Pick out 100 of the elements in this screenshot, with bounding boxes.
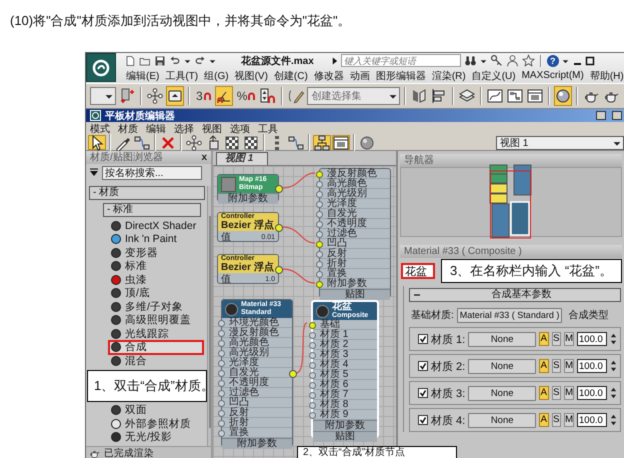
port-socket[interactable] xyxy=(316,210,323,218)
port-socket[interactable] xyxy=(218,350,225,356)
port-socket[interactable] xyxy=(309,362,316,368)
node-footer-button[interactable]: 附加参数 xyxy=(222,438,292,449)
menu-item[interactable]: 编辑(E) xyxy=(126,68,160,82)
mode-toggle[interactable]: S xyxy=(552,386,562,400)
menu-item[interactable]: 图形编辑器 xyxy=(376,68,426,82)
material-node[interactable]: 漫反射颜色 高光颜色 高光级别 光泽度 自发光 不透明度 过滤色 凹凸 反射 折射 置换 附加参数 贴图 xyxy=(319,168,391,298)
base-material-button[interactable]: Material #33 ( Standard ) xyxy=(456,308,562,322)
category-header[interactable]: - 材质 xyxy=(89,186,205,200)
map-button[interactable]: None xyxy=(468,412,536,428)
linked-boxes-icon[interactable] xyxy=(118,86,136,106)
minimize-button[interactable] xyxy=(596,111,606,120)
spinner-arrows-icon[interactable] xyxy=(610,332,617,346)
menu-item[interactable]: 组(G) xyxy=(204,68,229,82)
move-gizmo-icon[interactable] xyxy=(146,86,164,106)
mode-toggle[interactable]: M xyxy=(564,332,574,346)
tree-layout-icon[interactable] xyxy=(313,135,331,150)
view-dropdown[interactable]: 视图 1 xyxy=(496,136,624,150)
menu-item[interactable]: 选择 xyxy=(174,122,194,136)
redo-icon[interactable] xyxy=(194,54,206,66)
port-socket[interactable] xyxy=(309,352,316,358)
right-triangle-icon[interactable] xyxy=(330,56,338,66)
mode-toggle[interactable]: S xyxy=(552,359,562,373)
mode-toggle[interactable]: M xyxy=(564,413,574,427)
rollout-header[interactable]: 合成基本参数 xyxy=(409,288,621,302)
up-arrow-box-icon[interactable] xyxy=(166,86,184,106)
port-socket[interactable] xyxy=(218,410,225,416)
checkbox[interactable] xyxy=(418,334,428,344)
eyedropper-icon[interactable] xyxy=(114,135,132,150)
amount-field[interactable]: 100.0 xyxy=(577,332,607,346)
material-list-item[interactable]: 变形器 xyxy=(109,246,203,260)
menu-item[interactable]: 工具(T) xyxy=(165,68,198,82)
window-icon[interactable] xyxy=(332,135,350,150)
spinner-arrows-icon[interactable] xyxy=(610,359,617,373)
menu-item[interactable]: 视图(V) xyxy=(234,68,268,82)
mode-toggle[interactable]: S xyxy=(552,332,562,346)
mode-toggle[interactable]: A xyxy=(539,359,549,373)
search-field[interactable]: 键入关键字或短语 xyxy=(340,54,461,67)
maximize-icon[interactable] xyxy=(584,54,595,66)
mode-toggle[interactable]: S xyxy=(552,413,562,427)
material-list-item[interactable]: 双面 xyxy=(109,404,203,417)
maximize-button[interactable] xyxy=(612,111,622,120)
port-socket[interactable] xyxy=(309,382,316,388)
checker-icon[interactable] xyxy=(242,135,260,150)
node-footer-button[interactable]: 附加参数 xyxy=(313,420,377,431)
material-list-item[interactable]: 高级照明覆盖 xyxy=(109,314,203,327)
port-socket[interactable] xyxy=(218,420,225,426)
port-socket[interactable] xyxy=(309,412,316,418)
port-socket[interactable] xyxy=(309,322,316,328)
map-button[interactable]: None xyxy=(468,386,536,400)
filter-triangle-icon[interactable] xyxy=(89,168,99,178)
port-socket[interactable] xyxy=(218,390,225,396)
mode-toggle[interactable]: A xyxy=(539,386,549,400)
port-socket[interactable] xyxy=(218,330,225,336)
new-document-icon[interactable] xyxy=(124,54,136,66)
port-socket[interactable] xyxy=(316,180,323,188)
material-list-item[interactable]: 虫漆 xyxy=(109,273,203,286)
person-icon[interactable] xyxy=(506,54,519,67)
node-footer-button[interactable]: 贴图 xyxy=(313,431,377,442)
node-footer-button[interactable]: 贴图 xyxy=(320,289,390,300)
port-socket[interactable] xyxy=(218,400,225,406)
material-list-item[interactable]: 无光/投影 xyxy=(109,430,203,444)
material-list-item[interactable]: DirectX Shader xyxy=(109,219,203,232)
checkbox[interactable] xyxy=(418,415,428,425)
port-socket[interactable] xyxy=(218,430,225,436)
menu-item[interactable]: 视图 xyxy=(202,122,222,136)
menu-item[interactable]: 模式 xyxy=(90,122,110,136)
material-list-item[interactable]: 混合 xyxy=(109,354,203,368)
menu-item[interactable]: 工具 xyxy=(258,122,278,136)
port-socket[interactable] xyxy=(316,260,323,268)
port-socket[interactable] xyxy=(218,320,225,326)
amount-field[interactable]: 100.0 xyxy=(577,386,607,400)
connected-boxes-icon[interactable] xyxy=(133,135,151,150)
mode-toggle[interactable]: M xyxy=(564,386,574,400)
connected-boxes-icon[interactable] xyxy=(287,135,305,150)
name-field[interactable]: 花盆 xyxy=(401,263,435,279)
port-socket[interactable] xyxy=(309,402,316,408)
port-socket[interactable] xyxy=(316,280,323,288)
menu-item[interactable]: 自定义(U) xyxy=(472,68,516,82)
menu-item[interactable]: 材质 xyxy=(118,122,138,136)
amount-field[interactable]: 100.0 xyxy=(577,413,607,427)
material-list-item[interactable]: 外部参照材质 xyxy=(109,417,203,430)
port-socket[interactable] xyxy=(309,392,316,398)
spinner-magnet-icon[interactable] xyxy=(259,86,278,106)
output-socket[interactable] xyxy=(275,266,283,274)
port-socket[interactable] xyxy=(316,220,323,228)
port-socket[interactable] xyxy=(316,240,323,248)
undo-icon[interactable] xyxy=(169,54,181,66)
menu-item[interactable]: 帮助(H) xyxy=(590,68,624,82)
port-socket[interactable] xyxy=(309,372,316,378)
mode-toggle[interactable]: A xyxy=(539,332,549,346)
menu-item[interactable]: 渲染(R) xyxy=(432,68,466,82)
output-socket[interactable] xyxy=(289,370,297,378)
map-button[interactable]: None xyxy=(468,358,536,374)
mode-toggle[interactable]: M xyxy=(564,359,574,373)
sphere-icon[interactable] xyxy=(358,135,376,150)
spinner-arrows-icon[interactable] xyxy=(610,413,617,427)
port-socket[interactable] xyxy=(316,270,323,278)
selection-set-dropdown[interactable]: 创建选择集 xyxy=(307,87,400,105)
